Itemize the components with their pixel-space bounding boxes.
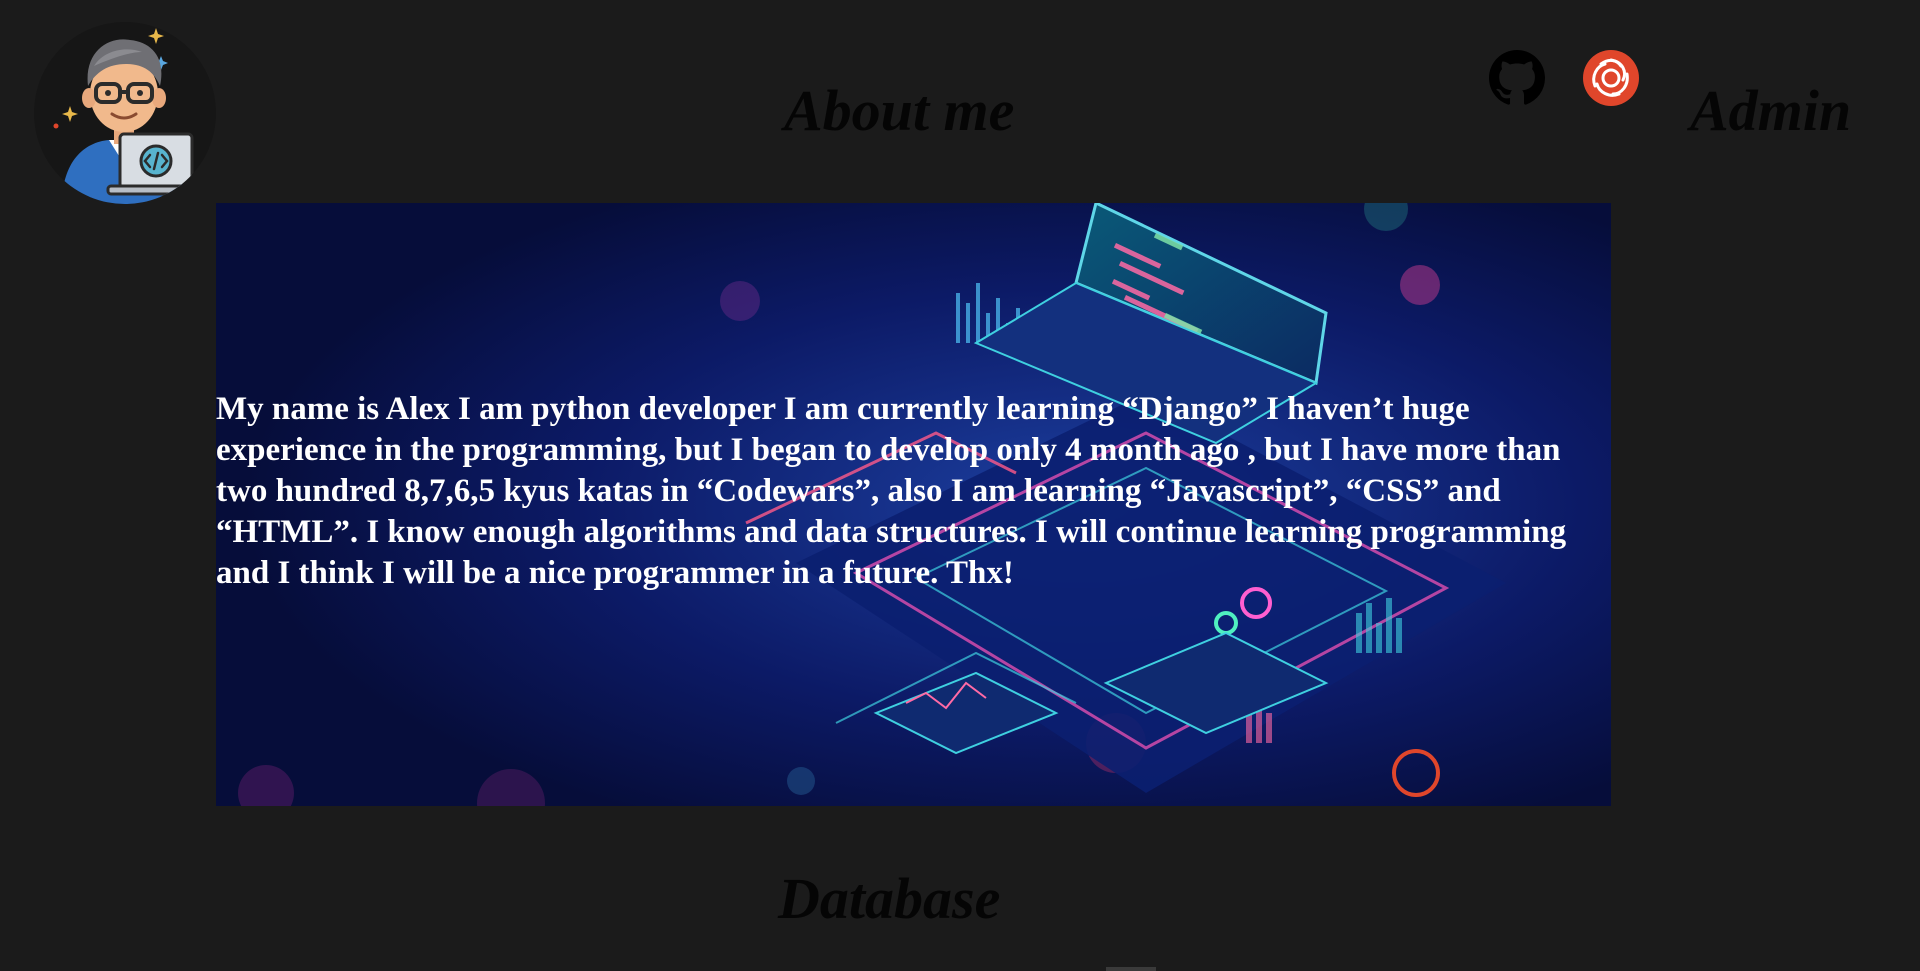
- page: About me Admin My name is Alex I am pyth…: [0, 0, 1920, 971]
- page-overflow-edge: [1106, 967, 1156, 971]
- database-heading[interactable]: Database: [778, 866, 1000, 932]
- sololearn-icon: [1583, 50, 1639, 106]
- nav-about-me[interactable]: About me: [784, 78, 1014, 144]
- nav-admin[interactable]: Admin: [1690, 78, 1851, 144]
- developer-avatar-icon: [53, 28, 194, 204]
- hero-banner: My name is Alex I am python developer I …: [216, 203, 1611, 806]
- github-icon: [1489, 50, 1545, 105]
- about-paragraph: My name is Alex I am python developer I …: [216, 391, 1567, 591]
- developer-avatar-logo[interactable]: [34, 22, 216, 204]
- sololearn-link[interactable]: [1583, 50, 1639, 106]
- github-link[interactable]: [1489, 50, 1545, 106]
